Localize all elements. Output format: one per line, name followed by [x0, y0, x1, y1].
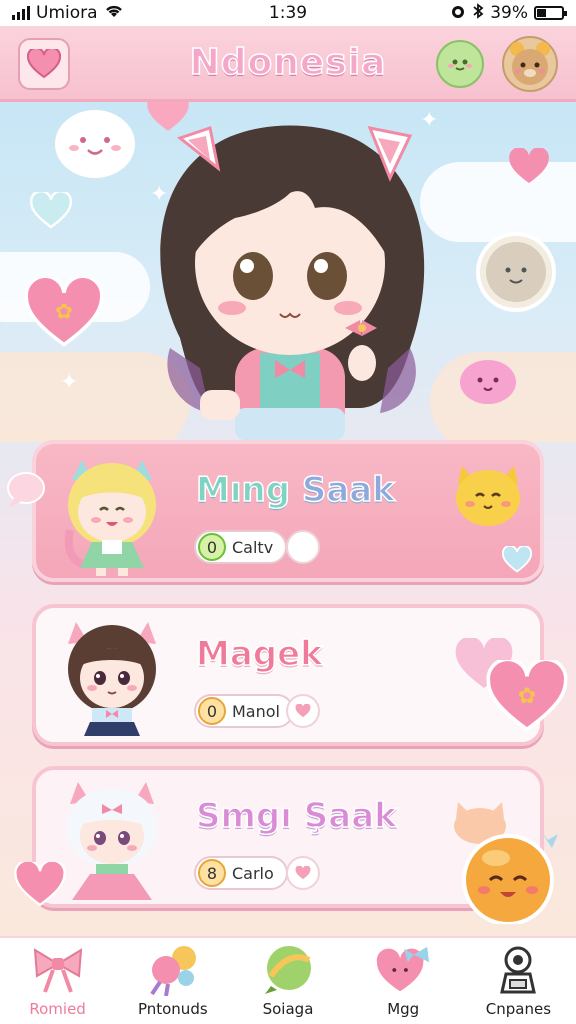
speech-bubble-icon: [7, 472, 45, 508]
heart-icon: [502, 546, 532, 573]
character-name-second: Şaak: [303, 795, 398, 837]
svg-text:✿: ✿: [518, 684, 536, 709]
character-name-first: Magek: [195, 633, 323, 675]
nav-label: Mgg: [387, 1000, 420, 1018]
wifi-icon: [104, 3, 124, 24]
character-name: Smgı Şaak: [195, 795, 398, 837]
app-header: Ndonesia: [0, 26, 576, 102]
character-avatar: [66, 782, 158, 900]
nav-item-soiaga[interactable]: Soiaga: [230, 938, 345, 1024]
character-avatar: [68, 622, 156, 736]
hero-banner: ✦ ✦ ✦ ✿: [0, 102, 576, 442]
like-button[interactable]: [286, 694, 320, 728]
favorites-button[interactable]: [18, 38, 70, 90]
level-badge: 0: [198, 533, 226, 561]
pill-label: Caltv: [232, 537, 274, 557]
robot-icon: [500, 946, 537, 994]
status-bar: Umiora 1:39 39%: [0, 0, 576, 26]
nav-label: Pntonuds: [137, 1000, 208, 1018]
status-pill[interactable]: 0 Caltv: [194, 530, 288, 564]
chat-bubble-icon: [448, 59, 472, 71]
bow-icon: [33, 948, 82, 993]
character-name-first: Smgı: [195, 795, 292, 837]
sparkle-icon: ✦: [60, 370, 79, 395]
leaf-ball-icon: [265, 946, 311, 994]
level-badge: 8: [198, 859, 226, 887]
cookie-sticker-icon: [476, 232, 556, 312]
battery-icon: [534, 6, 567, 20]
alarm-icon: [450, 3, 466, 24]
level-badge: 0: [198, 697, 226, 725]
cloud-sticker-icon: [460, 360, 516, 404]
pill-label: Carlo: [232, 863, 274, 883]
character-card[interactable]: Mıng Saak 0 Caltv: [32, 440, 544, 582]
heart-icon: [295, 704, 311, 718]
battery-percent: 39%: [490, 3, 528, 23]
heart-sticker-icon: ✿: [486, 660, 568, 732]
heart-bow-icon: [376, 946, 430, 992]
nav-item-pntonuds[interactable]: Pntonuds: [115, 938, 230, 1024]
heart-sticker-icon: [30, 192, 72, 229]
character-name-first: Mıng: [195, 469, 291, 511]
hero-character-illustration: [160, 125, 425, 440]
bear-icon: [510, 42, 550, 85]
cat-mascot-icon: [456, 466, 520, 526]
floating-mascot-button[interactable]: [456, 826, 560, 924]
clock: 1:39: [268, 3, 308, 23]
character-name: Magek: [195, 633, 323, 675]
action-button[interactable]: [286, 530, 320, 564]
status-pill[interactable]: 8 Carlo: [194, 856, 288, 890]
character-card[interactable]: Magek 0 Manol ✿: [32, 604, 568, 746]
chat-button[interactable]: [436, 40, 484, 88]
candy-icon: [150, 946, 196, 996]
like-button[interactable]: [286, 856, 320, 890]
nav-item-cnpanes[interactable]: Cnpanes: [461, 938, 576, 1024]
status-pill[interactable]: 0 Manol: [194, 694, 294, 728]
signal-icon: [12, 6, 30, 20]
nav-item-mgg[interactable]: Mgg: [346, 938, 461, 1024]
heart-sticker-icon: [509, 148, 549, 184]
nav-label: Cnpanes: [485, 1000, 552, 1018]
heart-icon: [27, 49, 61, 79]
nav-label: Romied: [29, 1000, 86, 1018]
heart-sticker-icon: [14, 862, 66, 907]
bluetooth-icon: [472, 2, 484, 24]
pill-label: Manol: [232, 701, 280, 721]
bottom-nav: Romied Pntonuds Soiaga Mgg Cnpanes: [0, 936, 576, 1024]
nav-item-romied[interactable]: Romied: [0, 938, 115, 1024]
svg-text:✿: ✿: [55, 299, 73, 324]
heart-icon: [295, 866, 311, 880]
page-title: Ndonesia: [189, 41, 387, 84]
heart-sticker-icon: ✿: [24, 278, 104, 347]
carrier-label: Umiora: [36, 3, 98, 23]
nav-label: Soiaga: [262, 1000, 314, 1018]
character-avatar: [64, 460, 156, 576]
ghost-sticker-icon: [55, 110, 135, 178]
profile-avatar-button[interactable]: [502, 36, 558, 92]
character-name-second: Saak: [301, 469, 396, 511]
character-name: Mıng Saak: [195, 469, 396, 511]
